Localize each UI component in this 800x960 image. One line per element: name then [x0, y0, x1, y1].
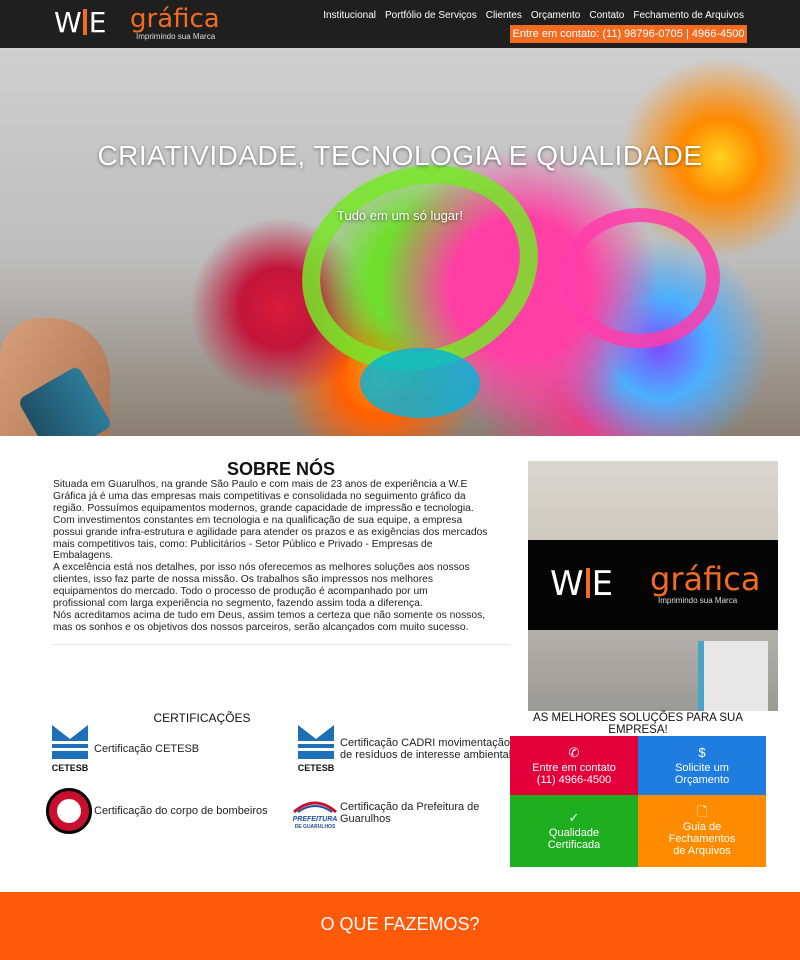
tile-quality[interactable]: ✓ Qualidade Certificada: [510, 795, 638, 867]
cert-cadri-label: Certificação CADRI movimentação de resíd…: [340, 737, 512, 761]
cert-prefeitura-label: Certificação da Prefeitura de Guarulhos: [340, 801, 480, 825]
cert-cadri[interactable]: CETESB Certificação CADRI movimentação d…: [296, 725, 512, 773]
photo-logo-band: WE gráfica Imprimindo sua Marca: [528, 540, 778, 630]
site-logo[interactable]: WE gráfica Imprimindo sua Marca: [54, 4, 220, 42]
hero-subtitle: Tudo em um só lugar!: [337, 208, 463, 223]
dollar-icon: $: [698, 744, 706, 760]
about-photo: WE gráfica Imprimindo sua Marca: [528, 461, 778, 711]
about-title: SOBRE NÓS: [226, 459, 336, 479]
tile-contact-label: Entre em contato (11) 4966-4500: [532, 761, 616, 786]
tile-file-guide-label: Guia de Fechamentos de Arquivos: [668, 821, 736, 857]
cert-bombeiros-label: Certificação do corpo de bombeiros: [94, 805, 268, 817]
about-text: Situada em Guarulhos, na grande São Paul…: [53, 479, 488, 633]
tile-contact[interactable]: ✆ Entre em contato (11) 4966-4500: [510, 736, 638, 795]
cert-bombeiros[interactable]: Certificação do corpo de bombeiros: [46, 788, 268, 834]
logo-tagline: Imprimindo sua Marca: [136, 32, 216, 41]
hero-art-swirl-pink: [560, 208, 720, 348]
svg-text:CETESB: CETESB: [298, 763, 335, 773]
hero-title: CRIATIVIDADE, TECNOLOGIA E QUALIDADE: [97, 140, 703, 171]
cetesb-logo-icon: CETESB: [50, 725, 90, 773]
nav-portfolio[interactable]: Portfólio de Serviços: [385, 10, 477, 21]
tile-file-guide[interactable]: 🗋 Guia de Fechamentos de Arquivos: [638, 795, 766, 867]
hero-banner: CRIATIVIDADE, TECNOLOGIA E QUALIDADE Tud…: [0, 48, 800, 436]
hero-art-blob-blue: [360, 348, 480, 418]
certifications-title: CERTIFICAÇÕES: [153, 711, 251, 725]
photo-printer-machine: [698, 641, 768, 711]
cert-prefeitura[interactable]: PREFEITURA DE GUARULHOS Certificação da …: [290, 796, 490, 830]
logo-we: WE: [54, 6, 106, 39]
photo-logo-tagline: Imprimindo sua Marca: [658, 596, 738, 605]
phone-icon: ✆: [568, 744, 580, 760]
tile-quote-label: Solicite um Orçamento: [674, 761, 730, 786]
tile-quality-label: Qualidade Certificada: [547, 827, 601, 851]
prefeitura-guarulhos-logo-icon: PREFEITURA DE GUARULHOS: [290, 796, 340, 830]
what-we-do-title: O QUE FAZEMOS?: [320, 914, 480, 934]
svg-text:PREFEITURA: PREFEITURA: [293, 816, 338, 823]
svg-text:CETESB: CETESB: [52, 763, 89, 773]
svg-text:DE GUARULHOS: DE GUARULHOS: [295, 824, 336, 830]
solutions-title: AS MELHORES SOLUÇÕES PARA SUA EMPRESA!: [532, 712, 744, 736]
logo-grafica: gráfica: [130, 4, 220, 34]
cetesb-logo-icon: CETESB: [296, 725, 336, 773]
solutions-grid: ✆ Entre em contato (11) 4966-4500 $ Soli…: [510, 736, 766, 867]
what-we-do-band: O QUE FAZEMOS?: [0, 892, 800, 960]
nav-contato[interactable]: Contato: [589, 10, 624, 21]
top-bar: WE gráfica Imprimindo sua Marca Instituc…: [0, 0, 800, 48]
cert-cetesb-label: Certificação CETESB: [94, 743, 200, 755]
tile-quote[interactable]: $ Solicite um Orçamento: [638, 736, 766, 795]
check-icon: ✓: [568, 810, 580, 825]
firefighters-badge-icon: [46, 788, 92, 834]
file-icon: 🗋: [696, 804, 708, 819]
photo-logo-we: WE: [550, 564, 614, 604]
contact-phone-button[interactable]: Entre em contato: (11) 98796-0705 | 4966…: [510, 25, 747, 43]
nav-institucional[interactable]: Institucional: [323, 10, 376, 21]
about-divider: [53, 644, 509, 645]
nav-clientes[interactable]: Clientes: [486, 10, 522, 21]
photo-logo-grafica: gráfica: [650, 560, 761, 598]
main-nav: Institucional Portfólio de Serviços Clie…: [323, 10, 744, 21]
cert-cetesb[interactable]: CETESB Certificação CETESB: [50, 725, 199, 773]
nav-fechamento-arquivos[interactable]: Fechamento de Arquivos: [633, 10, 744, 21]
nav-orcamento[interactable]: Orçamento: [531, 10, 580, 21]
